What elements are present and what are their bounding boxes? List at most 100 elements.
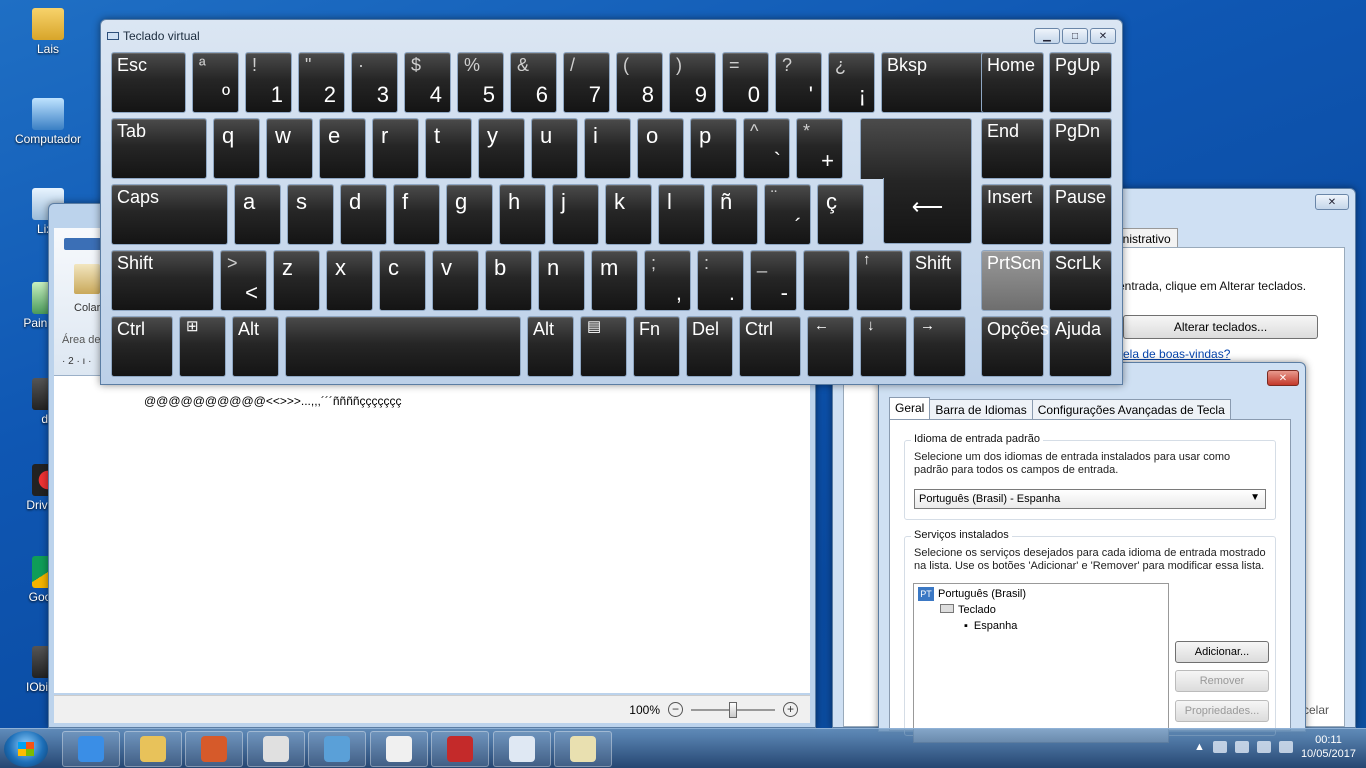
key-home[interactable]: Home bbox=[981, 52, 1044, 113]
key-char[interactable]: $4 bbox=[404, 52, 451, 113]
services-tree[interactable]: PT Português (Brasil) Teclado ▪ Espanha bbox=[913, 583, 1169, 743]
key-char[interactable]: b bbox=[485, 250, 532, 311]
zoom-slider[interactable] bbox=[691, 701, 775, 718]
volume-icon[interactable] bbox=[1278, 741, 1293, 753]
key-char[interactable]: ? ' bbox=[775, 52, 822, 113]
paste-icon[interactable] bbox=[74, 264, 100, 294]
key-char[interactable]: z bbox=[273, 250, 320, 311]
key-char[interactable]: m bbox=[591, 250, 638, 311]
close-button[interactable]: ✕ bbox=[1267, 370, 1299, 386]
key-space[interactable] bbox=[285, 316, 521, 377]
taskbar-button-chrome[interactable] bbox=[246, 731, 305, 767]
key-char[interactable]: c bbox=[379, 250, 426, 311]
key-char[interactable]: t bbox=[425, 118, 472, 179]
enter-key[interactable] bbox=[860, 118, 972, 179]
key-char[interactable]: h bbox=[499, 184, 546, 245]
taskbar-button-internet-explorer[interactable] bbox=[62, 731, 120, 767]
file-menu-button[interactable] bbox=[64, 238, 102, 250]
key-char[interactable]: a bbox=[234, 184, 281, 245]
signal-icon[interactable] bbox=[1256, 741, 1271, 753]
key-fn[interactable]: Fn bbox=[633, 316, 680, 377]
key-char[interactable]: d bbox=[340, 184, 387, 245]
key-shift[interactable]: Shift bbox=[111, 250, 214, 311]
start-button[interactable] bbox=[4, 731, 48, 767]
key-char[interactable]: :. bbox=[697, 250, 744, 311]
key-insert[interactable]: Insert bbox=[981, 184, 1044, 245]
battery-icon[interactable] bbox=[1234, 741, 1249, 753]
key-char[interactable]: x bbox=[326, 250, 373, 311]
key-caps[interactable]: Caps bbox=[111, 184, 228, 245]
key-char[interactable]: l bbox=[658, 184, 705, 245]
key-char[interactable]: > < bbox=[220, 250, 267, 311]
key-esc[interactable]: Esc bbox=[111, 52, 186, 113]
add-button[interactable]: Adicionar... bbox=[1175, 641, 1269, 663]
key-tab[interactable]: Tab bbox=[111, 118, 207, 179]
key-char[interactable]: v bbox=[432, 250, 479, 311]
zoom-in-button[interactable]: + bbox=[783, 702, 798, 717]
key-del[interactable]: Del bbox=[686, 316, 733, 377]
close-button[interactable]: ✕ bbox=[1090, 28, 1116, 44]
key-char[interactable]: /7 bbox=[563, 52, 610, 113]
key-arrow[interactable]: → bbox=[913, 316, 966, 377]
desktop-icon-lais[interactable]: Lais bbox=[0, 8, 96, 56]
key-prtscn[interactable]: PrtScn bbox=[981, 250, 1044, 311]
key-char[interactable]: ^ ` bbox=[743, 118, 790, 179]
zoom-slider-thumb[interactable] bbox=[729, 701, 737, 718]
taskbar-button-file-explorer[interactable] bbox=[123, 731, 182, 767]
key-char[interactable]: ¨ ´ bbox=[764, 184, 811, 245]
key-char[interactable]: & 6 bbox=[510, 52, 557, 113]
key-char[interactable]: f bbox=[393, 184, 440, 245]
key-char[interactable]: = 0 bbox=[722, 52, 769, 113]
key-scrlk[interactable]: ScrLk bbox=[1049, 250, 1112, 311]
key-char[interactable]: * + bbox=[796, 118, 843, 179]
key-menu[interactable]: ▤ bbox=[580, 316, 627, 377]
key-char[interactable]: · 3 bbox=[351, 52, 398, 113]
key-char[interactable]: ªº bbox=[192, 52, 239, 113]
key-char[interactable]: j bbox=[552, 184, 599, 245]
taskbar-button-keyboard-settings[interactable] bbox=[492, 731, 551, 767]
key-char[interactable] bbox=[803, 250, 850, 311]
clock[interactable]: 00:11 10/05/2017 bbox=[1301, 733, 1356, 761]
document-area[interactable]: @@@@@@@@@@<<>>>...,,,´´´ññññççççççç bbox=[54, 376, 810, 693]
key-arrow[interactable]: ← bbox=[807, 316, 854, 377]
taskbar-button-wordpad[interactable] bbox=[369, 731, 428, 767]
key-char[interactable]: (8 bbox=[616, 52, 663, 113]
remove-button[interactable]: Remover bbox=[1175, 670, 1269, 692]
key-arrow[interactable]: ↓ bbox=[860, 316, 907, 377]
key-alt[interactable]: Alt bbox=[232, 316, 279, 377]
taskbar-button-driver-booster[interactable] bbox=[431, 731, 489, 767]
taskbar-button-on-screen-keyboard[interactable] bbox=[554, 731, 612, 767]
key-char[interactable]: n bbox=[538, 250, 585, 311]
key-char[interactable]: s bbox=[287, 184, 334, 245]
key-char[interactable]: k bbox=[605, 184, 652, 245]
key-char[interactable]: y bbox=[478, 118, 525, 179]
zoom-out-button[interactable]: − bbox=[668, 702, 683, 717]
key-opções[interactable]: Opções bbox=[981, 316, 1049, 377]
welcome-screen-link[interactable]: ela de boas-vindas? bbox=[1123, 347, 1230, 361]
key-char[interactable]: " 2 bbox=[298, 52, 345, 113]
show-hidden-icons-icon[interactable]: ▲ bbox=[1194, 741, 1205, 753]
key-char[interactable]: ñ bbox=[711, 184, 758, 245]
key-char[interactable]: p bbox=[690, 118, 737, 179]
key-char[interactable]: o bbox=[637, 118, 684, 179]
enter-key-lower[interactable]: ⟵ bbox=[883, 178, 972, 244]
key-pause[interactable]: Pause bbox=[1049, 184, 1112, 245]
key-char[interactable]: e bbox=[319, 118, 366, 179]
key-char[interactable]: ! 1 bbox=[245, 52, 292, 113]
key-char[interactable]: w bbox=[266, 118, 313, 179]
key-windows[interactable]: ⊞ bbox=[179, 316, 226, 377]
key-char[interactable]: u bbox=[531, 118, 578, 179]
key-char[interactable]: r bbox=[372, 118, 419, 179]
flag-icon[interactable] bbox=[1212, 741, 1227, 753]
tree-item-layout[interactable]: ▪ Espanha bbox=[964, 620, 1017, 632]
tree-item-language[interactable]: PT Português (Brasil) bbox=[918, 587, 1026, 601]
taskbar-button-network[interactable] bbox=[308, 731, 366, 767]
key-ctrl[interactable]: Ctrl bbox=[111, 316, 173, 377]
close-button[interactable]: ✕ bbox=[1315, 194, 1349, 210]
tree-item-keyboard[interactable]: Teclado bbox=[940, 604, 996, 616]
key-pgdn[interactable]: PgDn bbox=[1049, 118, 1112, 179]
key-arrow[interactable]: ↑ bbox=[856, 250, 903, 311]
key-alt[interactable]: Alt bbox=[527, 316, 574, 377]
key-char[interactable]: ;, bbox=[644, 250, 691, 311]
minimize-button[interactable]: ▁ bbox=[1034, 28, 1060, 44]
